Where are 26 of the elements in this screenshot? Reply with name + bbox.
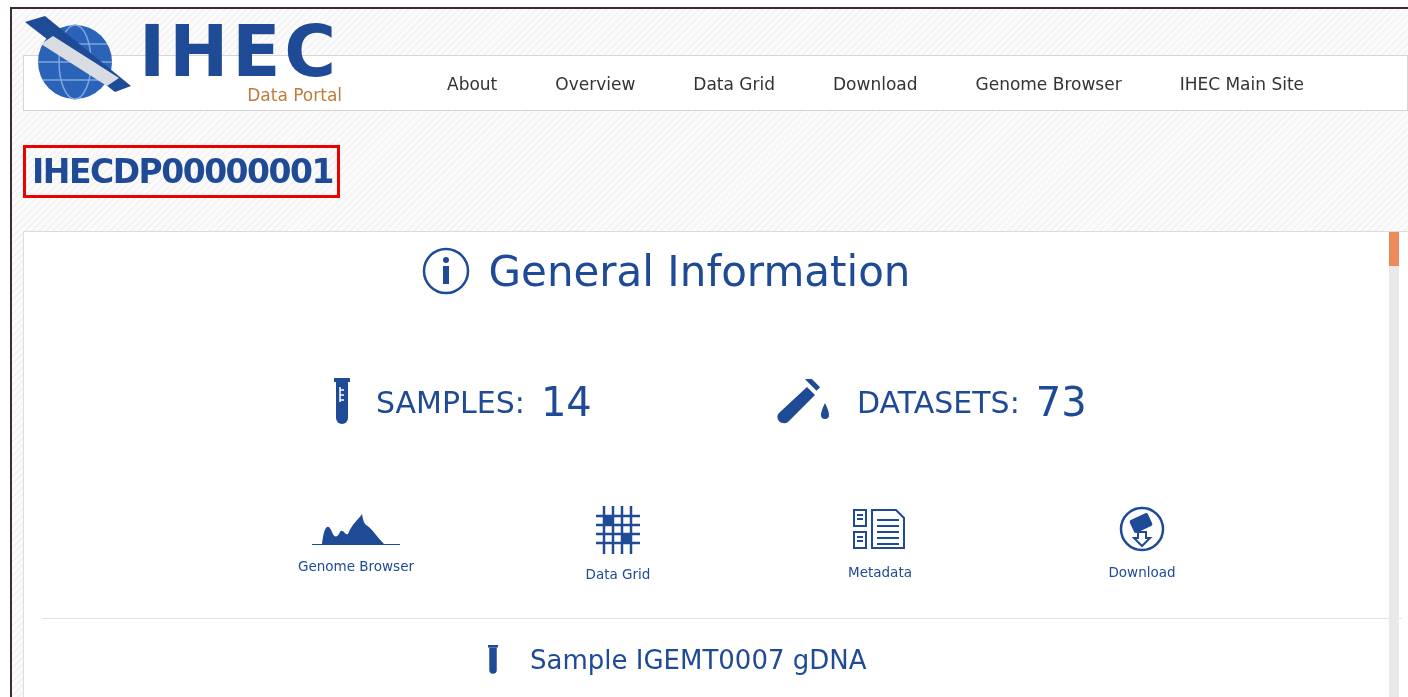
nav-link[interactable]: Download: [799, 74, 942, 94]
nav-link[interactable]: Data Grid: [659, 74, 799, 94]
stat-label: SAMPLES:: [376, 384, 525, 420]
logo-title: IHEC: [139, 17, 341, 85]
scrollbar[interactable]: [1389, 232, 1399, 697]
test-tube-icon: [486, 645, 500, 675]
logo-subtitle: Data Portal: [247, 85, 343, 105]
nav-link[interactable]: Overview: [521, 74, 660, 94]
test-tube-icon: [332, 378, 352, 426]
documents-icon: [852, 506, 908, 552]
info-icon: [420, 246, 471, 296]
stat-label: DATASETS:: [857, 384, 1020, 420]
sample-title: Sample IGEMT0007 gDNA: [530, 645, 867, 675]
tool-link[interactable]: Metadata: [810, 506, 950, 582]
stat-value: 14: [540, 379, 592, 425]
nav-link[interactable]: About: [413, 74, 522, 94]
tool-link[interactable]: Download: [1072, 506, 1212, 582]
dataset-id: IHECDP00000001: [23, 144, 340, 198]
tool-link[interactable]: Data Grid: [548, 506, 688, 582]
stat-value: 73: [1035, 379, 1087, 425]
nav-link[interactable]: IHEC Main Site: [1145, 74, 1329, 94]
download-icon: [1117, 506, 1167, 552]
grid-icon: [596, 506, 640, 554]
tool-link[interactable]: Genome Browser: [286, 506, 426, 582]
section-heading: General Information: [488, 246, 911, 296]
nav-link[interactable]: Genome Browser: [941, 74, 1146, 94]
